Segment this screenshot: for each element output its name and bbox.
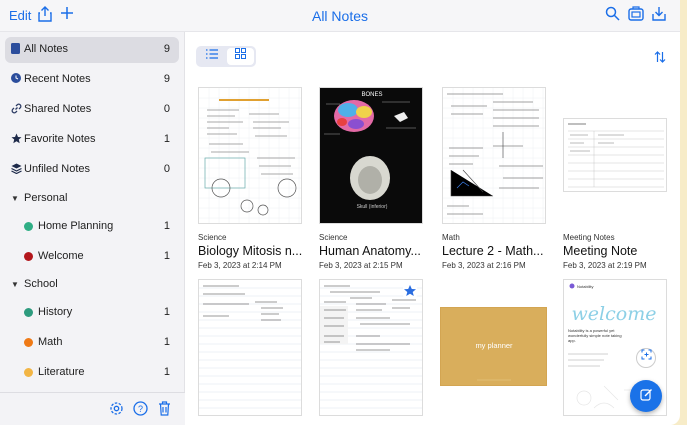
search-icon[interactable] (605, 6, 620, 26)
note-title: Lecture 2 - Math... (442, 244, 544, 258)
sidebar-item-recent-notes[interactable]: Recent Notes 9 (5, 67, 179, 93)
sidebar-item-count: 1 (163, 133, 170, 145)
subject-count: 1 (163, 336, 170, 348)
note-thumbnail[interactable] (442, 87, 546, 224)
note-date: Feb 3, 2023 at 2:19 PM (563, 261, 647, 270)
note-thumbnail[interactable] (319, 279, 423, 416)
sidebar-item-unfiled-notes[interactable]: Unfiled Notes 0 (5, 157, 179, 183)
note-date: Feb 3, 2023 at 2:14 PM (198, 261, 282, 270)
section-school[interactable]: ▼ School (5, 272, 179, 298)
subject-count: 1 (163, 250, 170, 262)
note-category: Math (442, 233, 460, 242)
subject-label: Welcome (38, 250, 84, 262)
subject-count: 1 (163, 306, 170, 318)
sort-icon[interactable] (654, 51, 666, 66)
download-icon[interactable] (652, 6, 666, 26)
sidebar-footer: ? (0, 392, 185, 425)
note-title: Human Anatomy... (319, 244, 421, 258)
sidebar-item-shared-notes[interactable]: Shared Notes 0 (5, 97, 179, 123)
subject-color-dot (24, 368, 33, 377)
subject-welcome[interactable]: Welcome 1 (5, 244, 179, 270)
app-window: Edit All Notes All Notes 9 Recent Notes … (0, 0, 680, 425)
subject-color-dot (24, 252, 33, 261)
note-title: Meeting Note (563, 244, 638, 258)
link-icon (9, 103, 23, 117)
clock-icon (9, 73, 23, 87)
section-label: Personal (24, 192, 68, 204)
planner-label: my planner (475, 341, 513, 350)
compose-icon (639, 388, 653, 404)
subject-color-dot (24, 222, 33, 231)
subject-label: Math (38, 336, 63, 348)
stack-icon (9, 163, 23, 177)
top-toolbar: Edit All Notes (0, 0, 680, 32)
subject-label: History (38, 306, 73, 318)
sidebar-item-all-notes[interactable]: All Notes 9 (5, 37, 179, 63)
skull-label: Skull (inferior) (357, 204, 388, 210)
subject-math[interactable]: Math 1 (5, 330, 179, 356)
sidebar: All Notes 9 Recent Notes 9 Shared Notes … (0, 32, 185, 425)
sidebar-item-label: All Notes (24, 43, 69, 55)
section-personal[interactable]: ▼ Personal (5, 186, 179, 212)
welcome-label: welcome (572, 303, 657, 325)
help-icon[interactable]: ? (133, 401, 148, 419)
sidebar-item-label: Shared Notes (24, 103, 92, 115)
note-thumbnail[interactable] (563, 118, 667, 192)
sidebar-item-label: Unfiled Notes (24, 163, 91, 175)
note-thumbnail[interactable] (198, 87, 302, 224)
subject-color-dot (24, 338, 33, 347)
subject-color-dot (24, 308, 33, 317)
subject-home-planning[interactable]: Home Planning 1 (5, 214, 179, 240)
note-thumbnail[interactable]: my planner (440, 307, 547, 386)
notability-label: Notability (577, 284, 593, 289)
sidebar-item-count: 9 (163, 73, 170, 85)
note-thumbnail[interactable] (198, 279, 302, 416)
page-title: All Notes (311, 8, 369, 24)
subject-label: Literature (38, 366, 85, 378)
subject-label: Home Planning (38, 220, 114, 232)
subject-literature[interactable]: Literature 1 (5, 360, 179, 386)
svg-text:?: ? (138, 404, 143, 414)
caret-down-icon: ▼ (11, 194, 19, 203)
note-thumbnail[interactable]: BONES Skull (inferior) (319, 87, 423, 224)
welcome-subtitle: Notability is a powerful yet wonderfully… (568, 328, 622, 343)
note-category: Science (198, 233, 227, 242)
section-label: School (24, 278, 58, 290)
note-category: Science (319, 233, 348, 242)
trash-icon[interactable] (158, 401, 171, 419)
caret-down-icon: ▼ (11, 280, 19, 289)
subject-count: 1 (163, 366, 170, 378)
new-note-button[interactable] (630, 380, 662, 412)
subject-count: 1 (163, 220, 170, 232)
sidebar-item-count: 9 (163, 43, 170, 55)
subject-history[interactable]: History 1 (5, 300, 179, 326)
note-date: Feb 3, 2023 at 2:15 PM (319, 261, 403, 270)
grid-view-button[interactable] (227, 48, 254, 65)
list-view-button[interactable] (198, 48, 225, 65)
sidebar-item-label: Recent Notes (24, 73, 91, 85)
scan-icon[interactable] (636, 348, 656, 368)
sidebar-item-count: 0 (163, 103, 170, 115)
bones-label: BONES (361, 92, 382, 98)
notes-icon (9, 43, 23, 57)
note-category: Meeting Notes (563, 233, 615, 242)
note-title: Biology Mitosis n... (198, 244, 303, 258)
sidebar-item-favorite-notes[interactable]: Favorite Notes 1 (5, 127, 179, 153)
settings-icon[interactable] (109, 401, 124, 419)
sidebar-item-label: Favorite Notes (24, 133, 96, 145)
star-icon (9, 133, 23, 147)
note-date: Feb 3, 2023 at 2:16 PM (442, 261, 526, 270)
view-toggle (196, 46, 256, 67)
sidebar-item-count: 0 (163, 163, 170, 175)
import-icon[interactable] (628, 6, 644, 26)
